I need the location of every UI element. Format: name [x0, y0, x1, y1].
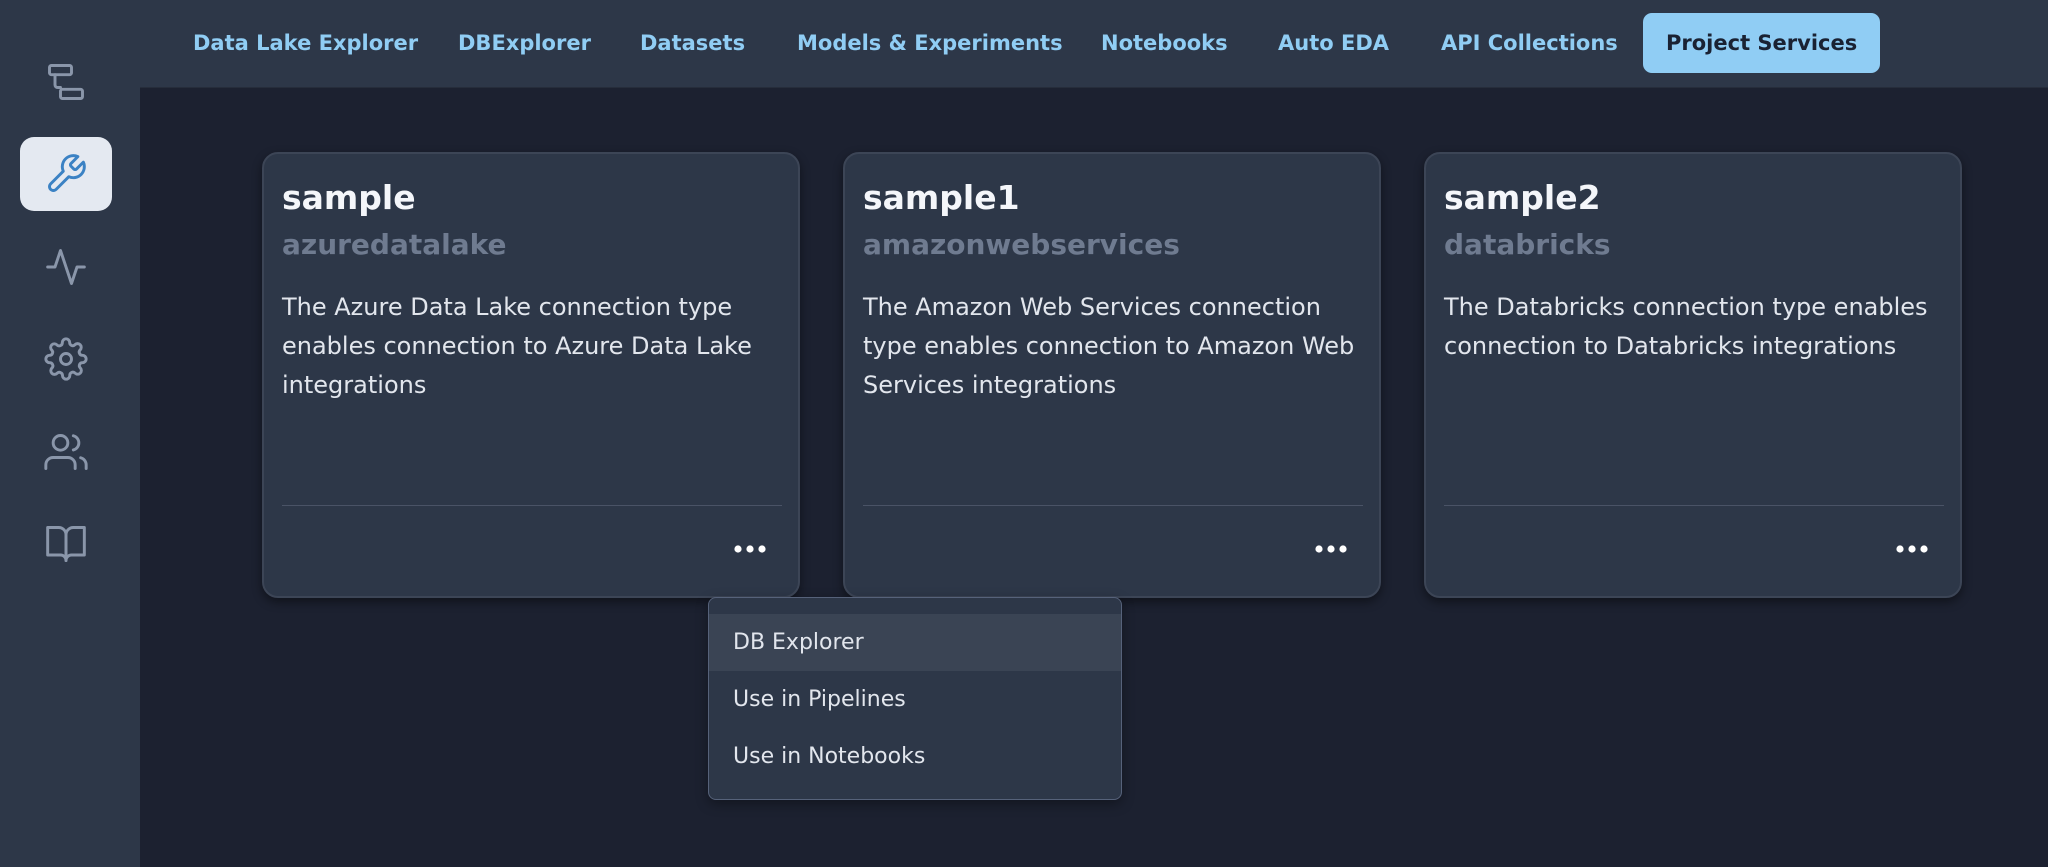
- card-subtitle: azuredatalake: [282, 228, 507, 261]
- pipeline-icon: [48, 64, 84, 100]
- tab-dbexplorer[interactable]: DBExplorer: [458, 13, 591, 73]
- card-title: sample1: [863, 178, 1020, 217]
- sidebar-item-pipelines[interactable]: [20, 45, 112, 119]
- card-title: sample2: [1444, 178, 1601, 217]
- card-divider: [1444, 505, 1944, 506]
- service-card: sample2 databricks The Databricks connec…: [1424, 152, 1962, 598]
- sidebar: [0, 0, 140, 867]
- sidebar-item-docs[interactable]: [20, 507, 112, 581]
- more-horizontal-icon: [734, 545, 766, 553]
- users-icon: [44, 434, 88, 470]
- menu-item-db-explorer[interactable]: DB Explorer: [709, 614, 1121, 671]
- service-card: sample azuredatalake The Azure Data Lake…: [262, 152, 800, 598]
- sidebar-item-services[interactable]: [20, 137, 112, 211]
- wrench-icon: [48, 154, 86, 192]
- card-context-menu: DB Explorer Use in Pipelines Use in Note…: [708, 597, 1122, 800]
- tab-api-collections[interactable]: API Collections: [1441, 13, 1618, 73]
- activity-icon: [46, 249, 86, 285]
- card-menu-button[interactable]: [722, 524, 778, 574]
- card-description: The Amazon Web Services connection type …: [863, 293, 1355, 399]
- tab-models-experiments[interactable]: Models & Experiments: [797, 13, 1063, 73]
- card-description: The Databricks connection type enables c…: [1444, 293, 1928, 360]
- card-menu-button[interactable]: [1303, 524, 1359, 574]
- service-card: sample1 amazonwebservices The Amazon Web…: [843, 152, 1381, 598]
- card-menu-button[interactable]: [1884, 524, 1940, 574]
- gear-icon: [44, 337, 88, 381]
- card-divider: [282, 505, 782, 506]
- card-description: The Azure Data Lake connection type enab…: [282, 293, 752, 399]
- tab-data-lake-explorer[interactable]: Data Lake Explorer: [193, 13, 418, 73]
- tab-auto-eda[interactable]: Auto EDA: [1278, 13, 1389, 73]
- tab-notebooks[interactable]: Notebooks: [1101, 13, 1228, 73]
- card-subtitle: databricks: [1444, 228, 1611, 261]
- card-title: sample: [282, 178, 416, 217]
- sidebar-item-settings[interactable]: [20, 322, 112, 396]
- sidebar-item-users[interactable]: [20, 415, 112, 489]
- card-subtitle: amazonwebservices: [863, 228, 1180, 261]
- card-divider: [863, 505, 1363, 506]
- more-horizontal-icon: [1315, 545, 1347, 553]
- book-icon: [46, 526, 86, 562]
- tab-datasets[interactable]: Datasets: [640, 13, 745, 73]
- menu-item-use-in-pipelines[interactable]: Use in Pipelines: [709, 671, 1121, 728]
- top-nav: Data Lake Explorer DBExplorer Datasets M…: [140, 0, 2048, 88]
- menu-item-use-in-notebooks[interactable]: Use in Notebooks: [709, 728, 1121, 785]
- sidebar-item-monitoring[interactable]: [20, 230, 112, 304]
- more-horizontal-icon: [1896, 545, 1928, 553]
- tab-project-services[interactable]: Project Services: [1643, 13, 1881, 73]
